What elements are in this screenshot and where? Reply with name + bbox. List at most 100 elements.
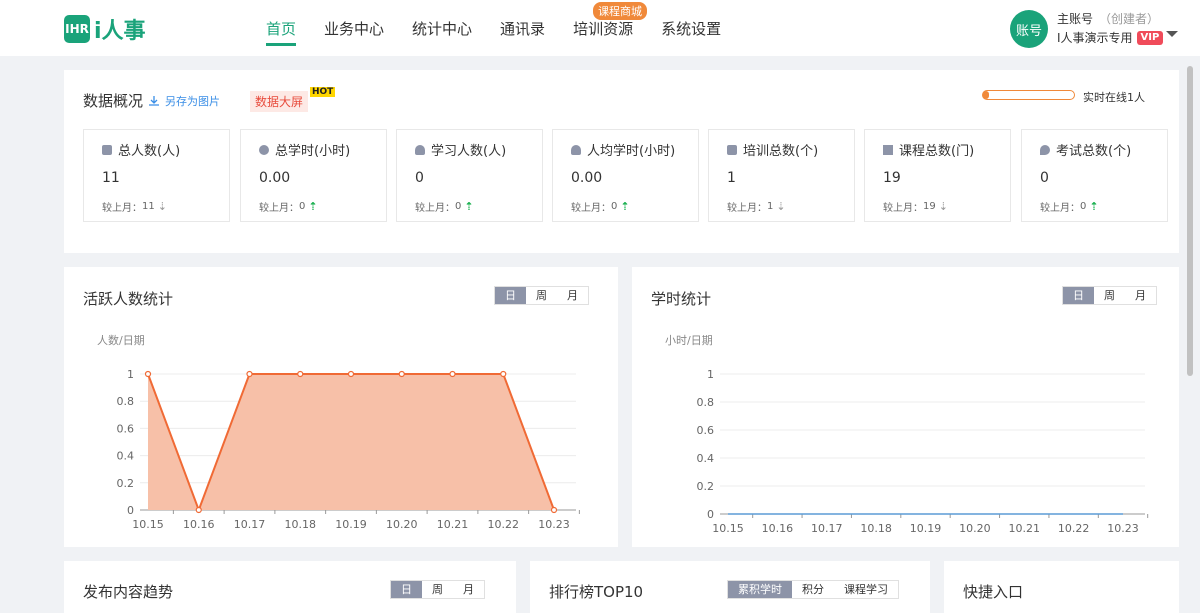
period-week-button[interactable]: 周 <box>422 581 453 598</box>
unit-label: 小时/日期 <box>665 334 713 347</box>
y-tick-label: 0.6 <box>697 424 715 437</box>
ranking-hours-button[interactable]: 累积学时 <box>728 581 792 598</box>
ranking-courses-button[interactable]: 课程学习 <box>834 581 898 598</box>
y-tick-label: 0.2 <box>697 480 715 493</box>
nav-item-business[interactable]: 业务中心 <box>310 0 398 56</box>
stat-label: 学习人数(人) <box>415 140 506 159</box>
x-tick-label: 10.18 <box>860 522 892 535</box>
compare-label: 较上月： <box>727 203 767 214</box>
account-name-text: 主账号 <box>1057 12 1094 26</box>
stat-label: 总人数(人) <box>102 140 180 159</box>
data-point <box>246 370 253 378</box>
company-name: I人事演示专用 <box>1057 31 1133 45</box>
arrow-up-icon: ⇡ <box>620 200 630 213</box>
x-tick-label: 10.21 <box>1009 522 1041 535</box>
nav-label: 首页 <box>266 20 297 38</box>
x-tick-label: 10.17 <box>811 522 843 535</box>
data-point <box>550 506 558 514</box>
stat-label-text: 总学时(小时) <box>275 144 351 159</box>
stat-value: 0 <box>415 170 424 186</box>
stat-compare: 较上月： 19 ⇣ <box>883 199 948 214</box>
nav-label: 统计中心 <box>412 20 473 38</box>
stat-total-hours[interactable]: 总学时(小时) 0.00 较上月： 0 ⇡ <box>240 129 387 222</box>
stat-label-text: 学习人数(人) <box>431 144 507 159</box>
building-icon <box>102 144 112 155</box>
ranking-type-toggle: 累积学时 积分 课程学习 <box>727 580 899 599</box>
overview-title: 数据概况 <box>83 92 144 110</box>
logo-mark: IHR <box>64 15 90 43</box>
top-bar: IHR i人事 首页 业务中心 统计中心 通讯录 课程商城 培训资源 系统设置 … <box>0 0 1200 56</box>
x-tick-label: 10.23 <box>538 518 570 531</box>
stat-label: 培训总数(个) <box>727 140 818 159</box>
y-tick-label: 0.8 <box>697 396 715 409</box>
save-image-link[interactable]: 另存为图片 <box>148 93 220 109</box>
nav-label: 业务中心 <box>324 20 385 38</box>
users-icon <box>415 144 425 155</box>
y-tick-label: 1 <box>707 368 714 381</box>
user-clock-icon <box>571 144 581 155</box>
x-tick-label: 10.16 <box>183 518 215 531</box>
x-tick-label: 10.15 <box>132 518 164 531</box>
compare-label: 较上月： <box>883 203 923 214</box>
x-tick-label: 10.16 <box>762 522 794 535</box>
stat-trainings[interactable]: 培训总数(个) 1 较上月： 1 ⇣ <box>708 129 855 222</box>
data-point <box>449 370 456 378</box>
y-tick-label: 0 <box>127 504 134 517</box>
stat-label-text: 课程总数(门) <box>899 144 975 159</box>
stat-value: 0 <box>1040 170 1049 186</box>
online-progress-fill <box>983 91 989 99</box>
nav-label: 培训资源 <box>573 20 634 38</box>
publish-trend-period-toggle: 日 周 月 <box>390 580 485 599</box>
overview-card: 数据概况 另存为图片 数据大屏 HOT 实时在线1人 总人数(人) 11 较上月… <box>64 70 1179 253</box>
ranking-points-button[interactable]: 积分 <box>792 581 834 598</box>
stat-exams[interactable]: 考试总数(个) 0 较上月： 0 ⇡ <box>1021 129 1168 222</box>
compare-value: 0 <box>611 201 618 212</box>
stat-label-text: 人均学时(小时) <box>587 144 676 159</box>
nav-item-training[interactable]: 课程商城 培训资源 <box>559 0 648 56</box>
y-tick-label: 0 <box>707 508 714 521</box>
account-dropdown-icon[interactable] <box>1166 31 1178 37</box>
stat-total-people[interactable]: 总人数(人) 11 较上月： 11 ⇣ <box>83 129 230 222</box>
vip-badge: VIP <box>1136 30 1164 45</box>
stat-courses[interactable]: 课程总数(门) 19 较上月： 19 ⇣ <box>864 129 1011 222</box>
nav-item-contacts[interactable]: 通讯录 <box>486 0 559 56</box>
active-users-card: 活跃人数统计 日 周 月 人数/日期 0 0.2 0.4 0.6 0.8 1 10.15 10.… <box>64 267 618 547</box>
avatar[interactable]: 账号 <box>1010 10 1048 48</box>
bigscreen-button[interactable]: 数据大屏 <box>250 91 309 112</box>
compare-value: 0 <box>455 201 462 212</box>
stat-compare: 较上月： 0 ⇡ <box>259 199 318 214</box>
online-count: 实时在线1人 <box>1083 91 1145 104</box>
arrow-up-icon: ⇡ <box>1089 200 1099 213</box>
data-point <box>500 370 507 378</box>
period-month-button[interactable]: 月 <box>453 581 484 598</box>
account-company: I人事演示专用 VIP <box>1057 29 1164 46</box>
course-mall-badge[interactable]: 课程商城 <box>593 2 648 20</box>
series-area <box>148 374 554 510</box>
save-image-label: 另存为图片 <box>165 95 220 108</box>
list-icon <box>883 144 893 155</box>
stat-learners[interactable]: 学习人数(人) 0 较上月： 0 ⇡ <box>396 129 543 222</box>
stat-label-text: 考试总数(个) <box>1056 144 1132 159</box>
page-scrollbar[interactable] <box>1187 66 1193 376</box>
compare-label: 较上月： <box>571 203 611 214</box>
stat-value: 1 <box>727 170 736 186</box>
nav-label: 系统设置 <box>661 20 722 38</box>
stat-compare: 较上月： 0 ⇡ <box>1040 199 1099 214</box>
compare-value: 0 <box>299 201 306 212</box>
account-role: （创建者） <box>1099 12 1160 26</box>
arrow-down-icon: ⇣ <box>776 200 786 213</box>
compare-label: 较上月： <box>1040 203 1080 214</box>
account-name: 主账号 （创建者） <box>1057 10 1159 27</box>
period-day-button[interactable]: 日 <box>391 581 422 598</box>
logo[interactable]: IHR i人事 <box>64 13 146 45</box>
nav-item-home[interactable]: 首页 <box>252 0 310 56</box>
x-tick-label: 10.22 <box>1058 522 1090 535</box>
y-tick-label: 0.8 <box>117 395 135 408</box>
nav-item-settings[interactable]: 系统设置 <box>647 0 735 56</box>
stat-value: 0.00 <box>571 170 603 186</box>
stat-avg-hours[interactable]: 人均学时(小时) 0.00 较上月： 0 ⇡ <box>552 129 699 222</box>
y-tick-label: 0.4 <box>117 450 135 463</box>
nav-item-statistics[interactable]: 统计中心 <box>398 0 486 56</box>
publish-trend-title: 发布内容趋势 <box>83 583 174 601</box>
video-icon <box>727 144 737 155</box>
